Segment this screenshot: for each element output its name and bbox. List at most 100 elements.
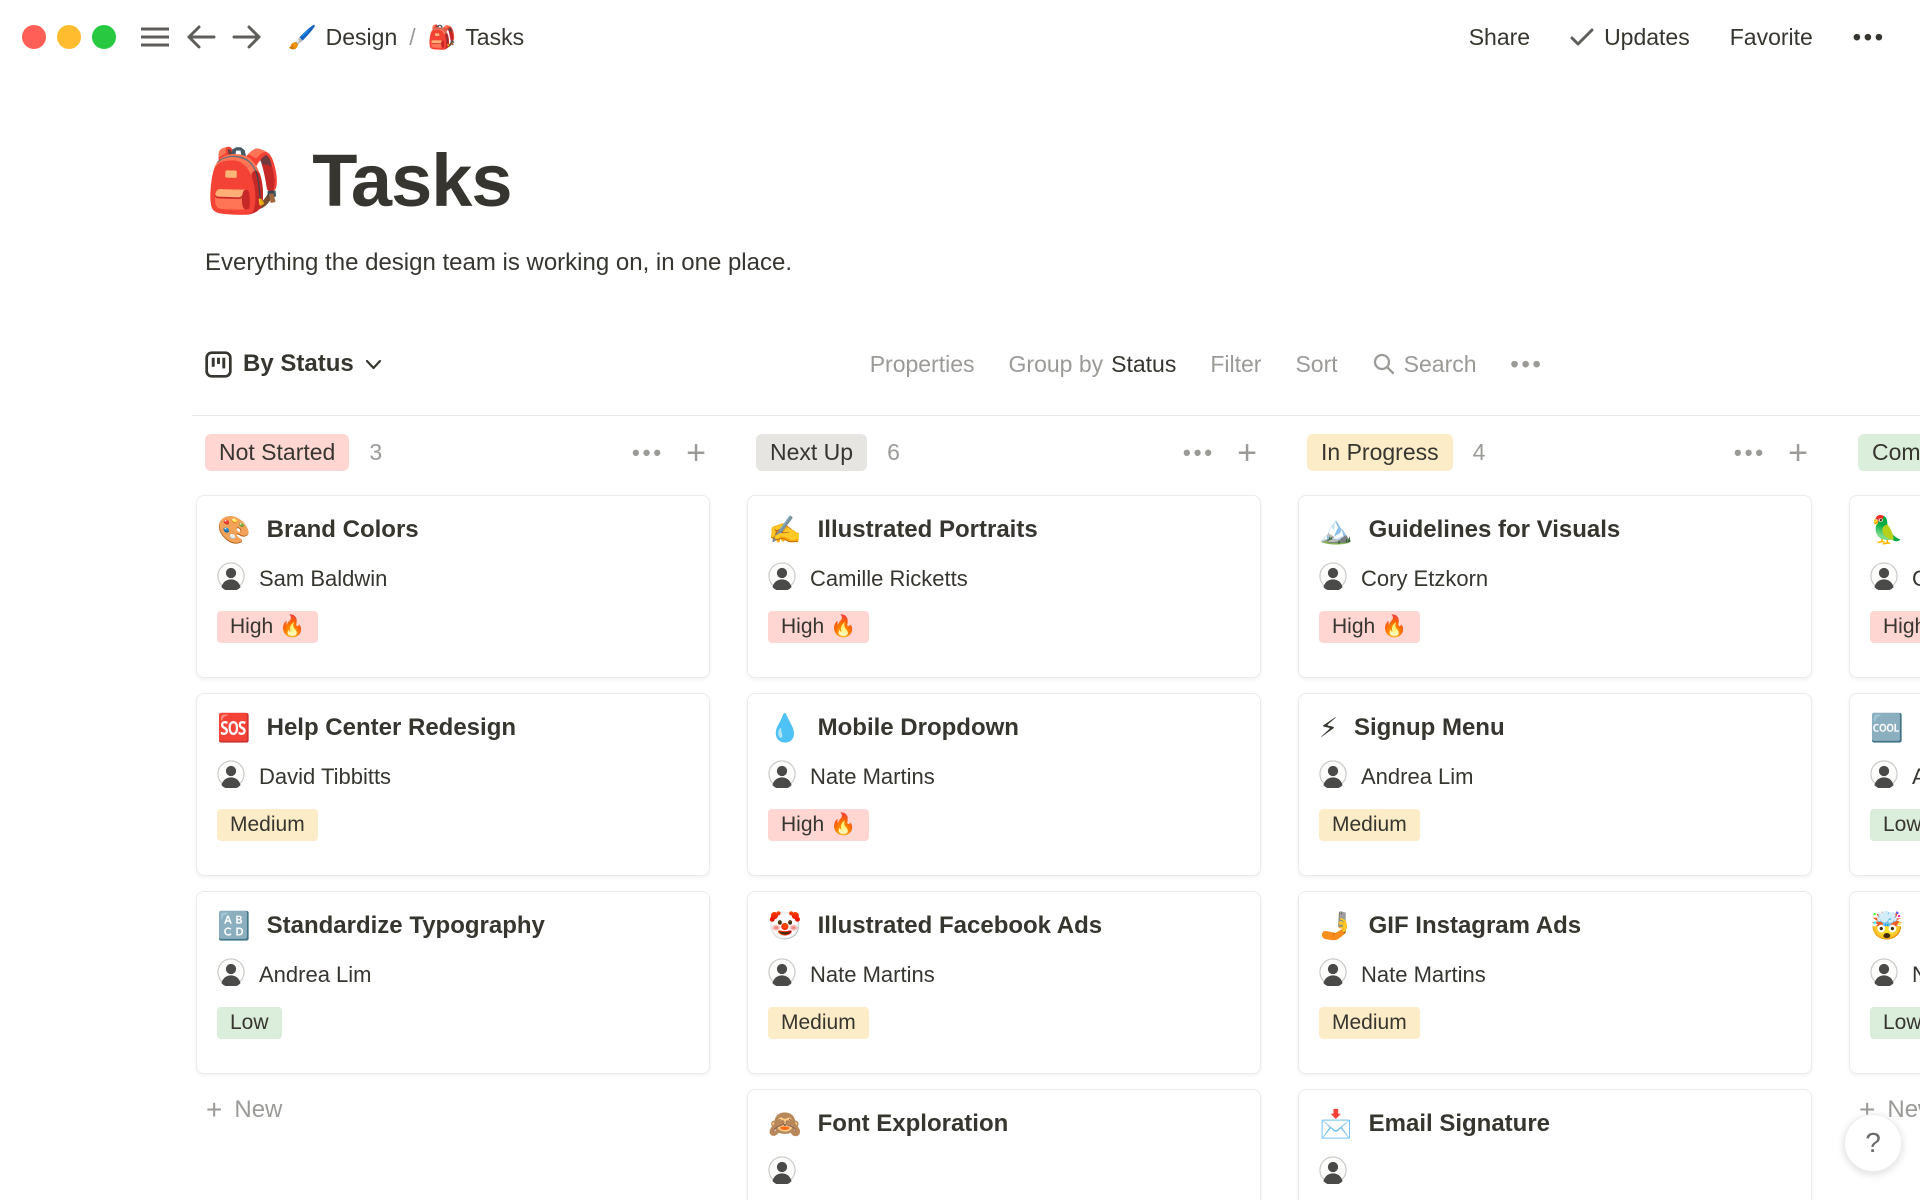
task-card[interactable]: 🔠 Standardize Typography Andrea Lim Low bbox=[196, 891, 710, 1074]
task-card[interactable]: ✍️ Illustrated Portraits Camille Ricketts H… bbox=[747, 495, 1261, 678]
help-button[interactable]: ? bbox=[1844, 1114, 1902, 1172]
properties-button[interactable]: Properties bbox=[870, 351, 975, 378]
view-more-button[interactable]: ••• bbox=[1511, 351, 1544, 378]
column-more-button[interactable]: ••• bbox=[1183, 440, 1215, 466]
new-dropdown-button[interactable] bbox=[1680, 359, 1720, 369]
close-button[interactable] bbox=[22, 25, 46, 49]
new-card-label: New bbox=[1887, 1096, 1920, 1123]
column-header: In Progress 4 ••• + bbox=[1307, 434, 1808, 471]
page-backpack-icon[interactable]: 🎒 bbox=[205, 149, 282, 212]
column-header: Not Started 3 ••• + bbox=[205, 434, 706, 471]
new-card-label: New bbox=[234, 1096, 283, 1123]
task-card[interactable]: 💧 Mobile Dropdown Nate Martins High 🔥 bbox=[747, 693, 1261, 876]
status-pill-completed[interactable]: Completed bbox=[1858, 434, 1920, 471]
assignee-name: C bbox=[1912, 565, 1920, 591]
new-button[interactable]: New bbox=[1578, 342, 1720, 386]
group-by-value: Status bbox=[1111, 350, 1177, 377]
task-card[interactable]: 🦜U C High 🔥 bbox=[1849, 495, 1920, 678]
forward-button[interactable] bbox=[232, 24, 262, 50]
column-header: Completed•••+ bbox=[1858, 434, 1920, 471]
priority-tag: Medium bbox=[1319, 1007, 1420, 1039]
share-button[interactable]: Share bbox=[1469, 24, 1530, 51]
avatar bbox=[1319, 958, 1347, 988]
sort-button[interactable]: Sort bbox=[1295, 351, 1337, 378]
task-card[interactable]: 🏔️ Guidelines for Visuals Cory Etzkorn High… bbox=[1298, 495, 1812, 678]
avatar bbox=[1319, 1156, 1347, 1186]
task-card[interactable]: 🙈 Font Exploration bbox=[747, 1089, 1261, 1200]
card-title-row: 📩 Email Signature bbox=[1319, 1110, 1791, 1138]
search-icon bbox=[1373, 353, 1394, 375]
avatar-wrap bbox=[768, 760, 796, 793]
card-title-row: 🆒E bbox=[1870, 714, 1920, 742]
filter-button[interactable]: Filter bbox=[1210, 351, 1261, 378]
page-description[interactable]: Everything the design team is working on… bbox=[205, 249, 1920, 277]
updates-label: Updates bbox=[1604, 23, 1690, 50]
breadcrumb-item-tasks[interactable]: 🎒 Tasks bbox=[428, 24, 524, 51]
avatar bbox=[1870, 958, 1898, 988]
task-card[interactable]: 🤯H N Low bbox=[1849, 891, 1920, 1074]
parrot-icon: 🦜 bbox=[1870, 514, 1904, 546]
column-more-button[interactable]: ••• bbox=[632, 440, 664, 466]
new-card-button[interactable]: + New bbox=[206, 1096, 714, 1124]
see-no-evil-monkey-icon: 🙈 bbox=[768, 1108, 802, 1140]
status-pill-next-up[interactable]: Next Up bbox=[756, 434, 868, 471]
add-card-button[interactable]: + bbox=[1237, 436, 1257, 470]
view-switcher[interactable]: By Status bbox=[205, 350, 382, 378]
column-tools: ••• + bbox=[1734, 436, 1808, 470]
add-card-button[interactable]: + bbox=[686, 436, 706, 470]
avatar-wrap bbox=[217, 760, 245, 793]
new-button-label[interactable]: New bbox=[1578, 351, 1663, 378]
window-titlebar: 🖌️ Design / 🎒 Tasks Share Updates Favorite •… bbox=[0, 0, 1920, 74]
avatar-wrap bbox=[1870, 958, 1898, 991]
status-pill-not-started[interactable]: Not Started bbox=[205, 434, 350, 471]
more-actions-button[interactable]: ••• bbox=[1853, 24, 1886, 51]
check-icon bbox=[1570, 28, 1594, 46]
priority-tag: Low bbox=[1870, 809, 1920, 841]
card-title-row: 🎨 Brand Colors bbox=[217, 516, 689, 544]
kanban-board: Not Started 3 ••• + 🎨 Brand Colors Sam Baldwin… bbox=[0, 416, 1920, 1200]
assignee-name: Nate Martins bbox=[810, 763, 935, 789]
card-assignee bbox=[1319, 1156, 1791, 1189]
task-card[interactable]: 🆒E A Low bbox=[1849, 693, 1920, 876]
card-title-row: ⚡ Signup Menu bbox=[1319, 714, 1791, 742]
avatar-wrap bbox=[1319, 760, 1347, 793]
column-in-progress: In Progress 4 ••• + 🏔️ Guidelines for Visuals… bbox=[1294, 434, 1816, 1200]
avatar bbox=[217, 760, 245, 790]
status-pill-in-progress[interactable]: In Progress bbox=[1307, 434, 1453, 471]
group-by-button[interactable]: Group by Status bbox=[1009, 351, 1177, 378]
card-assignee: Andrea Lim bbox=[1319, 760, 1791, 793]
favorite-button[interactable]: Favorite bbox=[1730, 24, 1813, 51]
task-card[interactable]: 🤡 Illustrated Facebook Ads Nate Martins Med… bbox=[747, 891, 1261, 1074]
abcd-input-icon: 🔠 bbox=[217, 910, 251, 942]
paintbrush-icon: 🖌️ bbox=[288, 24, 317, 51]
avatar-wrap bbox=[1870, 760, 1898, 793]
sidebar-menu-button[interactable] bbox=[140, 25, 170, 49]
priority-tag: High 🔥 bbox=[768, 809, 870, 841]
avatar bbox=[1870, 760, 1898, 790]
avatar bbox=[768, 760, 796, 790]
task-card[interactable]: ⚡ Signup Menu Andrea Lim Medium bbox=[1298, 693, 1812, 876]
add-card-button[interactable]: + bbox=[1788, 436, 1808, 470]
palette-icon: 🎨 bbox=[217, 514, 251, 546]
updates-button[interactable]: Updates bbox=[1570, 24, 1690, 51]
search-button[interactable]: Search bbox=[1372, 351, 1477, 378]
back-button[interactable] bbox=[186, 24, 216, 50]
column-count: 3 bbox=[369, 439, 383, 465]
card-assignee: Nate Martins bbox=[1319, 958, 1791, 991]
assignee-name: N bbox=[1912, 961, 1920, 987]
task-card[interactable]: 📩 Email Signature bbox=[1298, 1089, 1812, 1200]
card-title: Font Exploration bbox=[817, 1110, 1009, 1137]
avatar-wrap bbox=[217, 562, 245, 595]
avatar-wrap bbox=[1319, 958, 1347, 991]
minimize-button[interactable] bbox=[57, 25, 81, 49]
column-more-button[interactable]: ••• bbox=[1734, 440, 1766, 466]
page-title[interactable]: Tasks bbox=[312, 138, 512, 223]
card-title: Standardize Typography bbox=[266, 912, 545, 939]
task-card[interactable]: 🤳 GIF Instagram Ads Nate Martins Medium bbox=[1298, 891, 1812, 1074]
task-card[interactable]: 🆘 Help Center Redesign David Tibbitts Mediu… bbox=[196, 693, 710, 876]
column-header: Next Up 6 ••• + bbox=[756, 434, 1257, 471]
avatar bbox=[217, 562, 245, 592]
zoom-button[interactable] bbox=[92, 25, 116, 49]
breadcrumb-item-design[interactable]: 🖌️ Design bbox=[288, 24, 397, 51]
task-card[interactable]: 🎨 Brand Colors Sam Baldwin High 🔥 bbox=[196, 495, 710, 678]
